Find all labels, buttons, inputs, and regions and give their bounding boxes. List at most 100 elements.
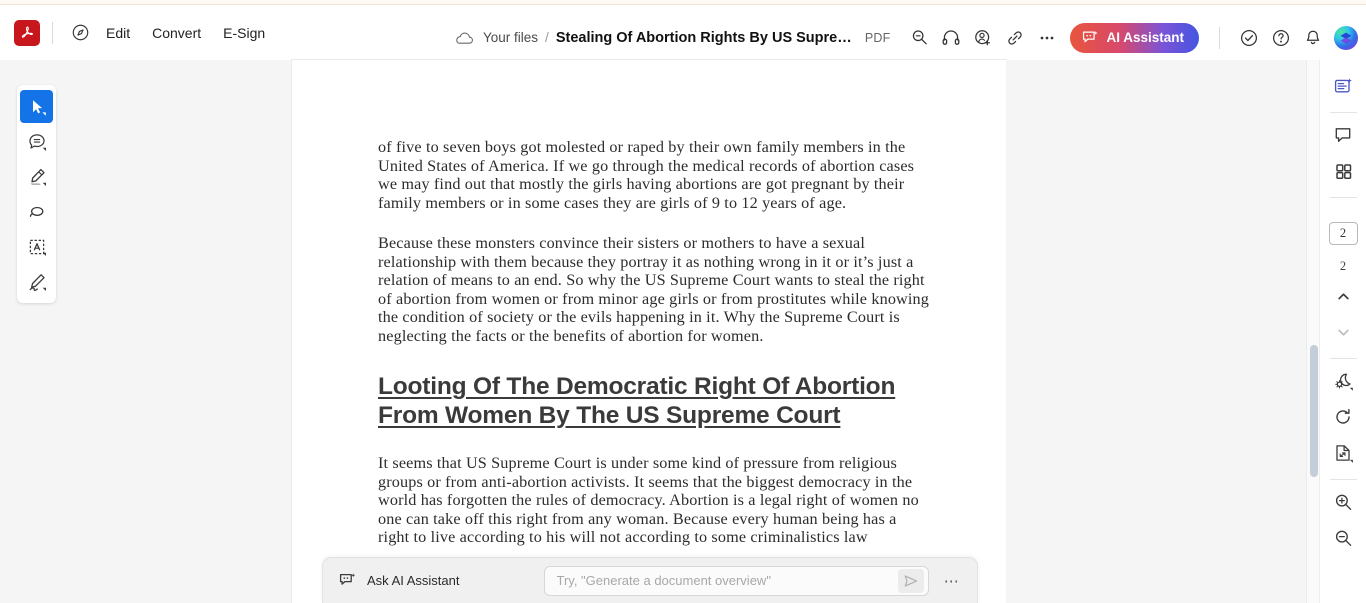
- acrobat-logo[interactable]: [14, 19, 40, 46]
- menu-edit[interactable]: Edit: [95, 19, 141, 47]
- ask-ai-assistant-label[interactable]: Ask AI Assistant: [367, 573, 460, 588]
- toolbar-left-group: Edit Convert E-Sign: [0, 18, 276, 48]
- sidebar-divider: [1329, 112, 1357, 113]
- file-type-badge: PDF: [864, 30, 891, 45]
- ai-chat-glyph: [1083, 30, 1099, 42]
- notification-bell-glyph: [1306, 30, 1320, 44]
- document-paragraph: of five to seven boys got molested or ra…: [378, 138, 915, 212]
- ai-bar-more-button[interactable]: ⋯: [939, 568, 965, 594]
- comments-panel-icon[interactable]: [1327, 119, 1359, 151]
- rotate-page-icon[interactable]: [1327, 401, 1359, 433]
- ai-assistant-label: AI Assistant: [1106, 30, 1184, 45]
- zoom-out-icon[interactable]: [1327, 522, 1359, 554]
- headphones-glyph: [943, 29, 960, 45]
- scrollbar-thumb[interactable]: [1309, 345, 1318, 477]
- next-page-button[interactable]: [1327, 316, 1359, 348]
- ellipsis-glyph: [1041, 36, 1054, 39]
- fit-page-icon[interactable]: [1327, 437, 1359, 469]
- document-heading: Looting Of The Democratic Right Of Abort…: [378, 373, 896, 429]
- current-page-input[interactable]: 2: [1328, 222, 1358, 245]
- document-paragraph: Because these monsters convince their si…: [378, 234, 930, 345]
- cloud-glyph: [456, 32, 473, 44]
- ai-sparkle-chat-icon: [1082, 30, 1099, 46]
- link-icon[interactable]: [1000, 23, 1030, 53]
- comment-bubble-glyph: [1335, 127, 1350, 142]
- ai-document-sparkle-glyph: [1334, 77, 1352, 92]
- comment-bubble-icon: [28, 133, 46, 151]
- tool-fill-and-sign[interactable]: [20, 265, 53, 298]
- highlighter-pen-icon: [29, 168, 46, 186]
- menu-convert[interactable]: Convert: [141, 19, 212, 47]
- bell-icon[interactable]: [1298, 23, 1328, 53]
- annotation-tools-panel: [17, 85, 56, 303]
- check-circle-icon[interactable]: [1234, 23, 1264, 53]
- toolbar-divider: [52, 21, 53, 44]
- home-compass-icon[interactable]: [65, 18, 95, 48]
- breadcrumb-root-link[interactable]: Your files: [483, 30, 538, 45]
- text-box-a-icon: [29, 239, 46, 256]
- ai-prompt-input[interactable]: [556, 573, 892, 588]
- page-thumbnails-icon[interactable]: [1327, 155, 1359, 187]
- chain-link-glyph: [1008, 30, 1023, 45]
- tool-highlight[interactable]: [20, 160, 53, 193]
- tool-select-cursor[interactable]: [20, 90, 53, 123]
- sidebar-divider: [1329, 358, 1357, 359]
- pdf-page-canvas[interactable]: of five to seven boys got molested or ra…: [292, 60, 1006, 603]
- left-rail: [0, 60, 292, 603]
- ai-summary-panel-icon[interactable]: [1327, 70, 1359, 102]
- right-sidebar: 2 2: [1319, 60, 1366, 603]
- sidebar-divider: [1329, 479, 1357, 480]
- pdf-page-content: of five to seven boys got molested or ra…: [292, 60, 1006, 569]
- rotate-clockwise-glyph: [1336, 408, 1350, 424]
- more-ellipsis-icon[interactable]: [1032, 23, 1062, 53]
- ai-sparkle-chat-icon: [339, 572, 357, 589]
- share-person-icon[interactable]: [968, 23, 998, 53]
- total-pages-label: 2: [1339, 259, 1347, 273]
- menu-esign[interactable]: E-Sign: [212, 19, 276, 47]
- search-icon[interactable]: [904, 23, 934, 53]
- toolbar-divider-right: [1219, 26, 1220, 49]
- acrobat-a-glyph: [21, 26, 33, 38]
- lasso-loop-icon: [29, 206, 43, 217]
- tool-edit-text[interactable]: [20, 230, 53, 263]
- chevron-up-icon: [1337, 292, 1349, 299]
- headphones-icon[interactable]: [936, 23, 966, 53]
- cursor-arrow-icon: [32, 99, 46, 116]
- document-workspace: of five to seven boys got molested or ra…: [0, 60, 1366, 603]
- question-mark-glyph: [1272, 29, 1290, 46]
- page-fit-glyph: [1336, 445, 1353, 463]
- magnifier-minus-glyph: [1335, 530, 1351, 546]
- magnifier-plus-glyph: [1335, 494, 1351, 510]
- send-paper-plane-icon: [904, 574, 918, 587]
- help-circle-icon[interactable]: [1266, 23, 1296, 53]
- previous-page-button[interactable]: [1327, 280, 1359, 312]
- add-person-glyph: [975, 29, 991, 45]
- sidebar-divider: [1329, 197, 1357, 198]
- display-mode-icon[interactable]: [1327, 365, 1359, 397]
- sun-moon-glyph: [1334, 373, 1353, 391]
- user-avatar[interactable]: [1334, 25, 1358, 50]
- ai-send-button[interactable]: [898, 568, 924, 593]
- breadcrumb-separator: /: [545, 30, 549, 45]
- document-paragraph: It seems that US Supreme Court is under …: [378, 454, 919, 546]
- grid-four-squares-glyph: [1335, 163, 1351, 179]
- ai-assistant-button[interactable]: AI Assistant: [1070, 22, 1199, 53]
- ask-ai-assistant-bar: Ask AI Assistant ⋯: [322, 557, 978, 603]
- signature-pen-icon: [29, 273, 46, 291]
- ai-chat-glyph: [339, 573, 356, 585]
- magnifier-glyph: [912, 30, 927, 45]
- top-toolbar: Edit Convert E-Sign Your files / Stealin…: [0, 5, 1366, 60]
- breadcrumb: Your files / Stealing Of Abortion Rights…: [452, 10, 890, 65]
- tool-add-comment[interactable]: [20, 125, 53, 158]
- compass-glyph: [72, 24, 88, 41]
- toolbar-right-group: AI Assistant: [904, 10, 1358, 65]
- chevron-down-icon: [1337, 329, 1349, 336]
- document-title[interactable]: Stealing Of Abortion Rights By US Suprem…: [556, 30, 854, 46]
- cloud-icon[interactable]: [452, 26, 476, 50]
- tool-draw-lasso[interactable]: [20, 195, 53, 228]
- zoom-in-icon[interactable]: [1327, 486, 1359, 518]
- avatar-layers-glyph: [1340, 32, 1352, 44]
- ai-prompt-field[interactable]: [543, 565, 929, 596]
- check-circle-glyph: [1240, 29, 1258, 46]
- vertical-scrollbar[interactable]: [1306, 60, 1319, 603]
